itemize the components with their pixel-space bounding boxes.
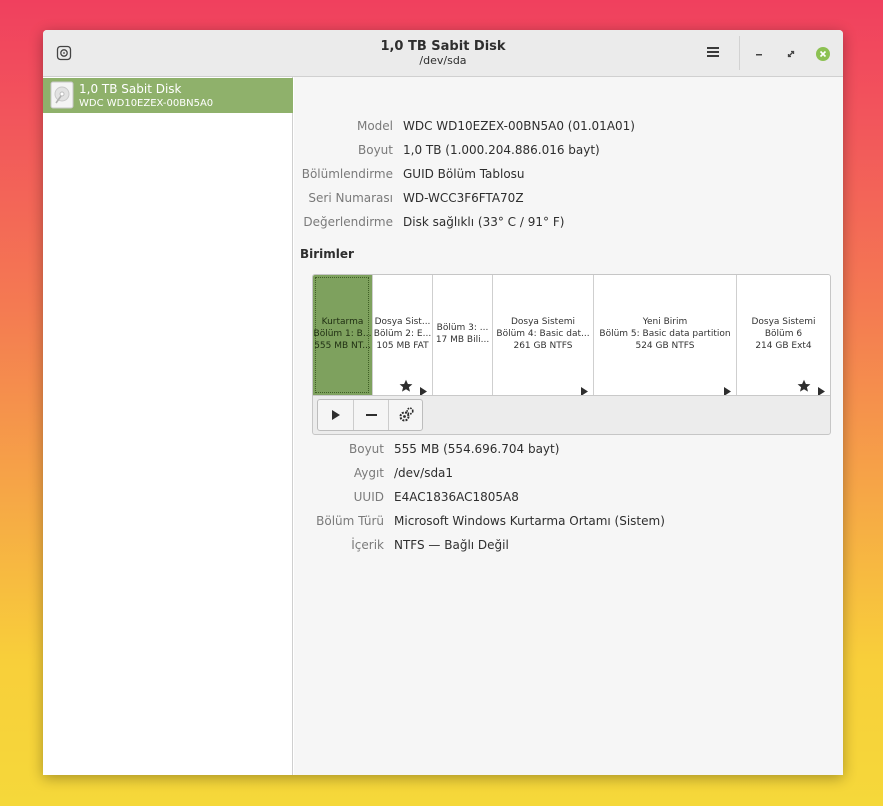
gears-icon bbox=[399, 407, 414, 422]
contents-value: NTFS — Bağlı Değil bbox=[394, 538, 509, 552]
window-title: 1,0 TB Sabit Disk bbox=[380, 39, 506, 54]
maximize-icon[interactable] bbox=[784, 46, 798, 60]
device-label: Aygıt bbox=[353, 466, 384, 480]
partition-2[interactable]: Dosya Sist... Bölüm 2: E... 105 MB FAT bbox=[373, 275, 433, 395]
uuid-value: E4AC1836AC1805A8 bbox=[394, 490, 519, 504]
partition-3-line2: Bölüm 3: ... bbox=[436, 323, 489, 333]
serial-label: Seri Numarası bbox=[308, 191, 393, 205]
assessment-label: Değerlendirme bbox=[303, 215, 393, 229]
mount-button[interactable] bbox=[318, 400, 353, 430]
partitioning-label: Bölümlendirme bbox=[301, 167, 393, 181]
model-label: Model bbox=[356, 119, 393, 133]
partition-4-line2: Bölüm 4: Basic dat... bbox=[496, 329, 590, 339]
serial-value: WD-WCC3F6FTA70Z bbox=[403, 191, 524, 205]
contents-label: İçerik bbox=[351, 538, 384, 552]
title-bar[interactable]: 1,0 TB Sabit Disk /dev/sda bbox=[43, 30, 843, 77]
volume-toolbar bbox=[317, 399, 423, 431]
size-value: 1,0 TB (1.000.204.886.016 bayt) bbox=[403, 143, 600, 157]
partition-5-line3: 524 GB NTFS bbox=[635, 341, 695, 351]
hamburger-menu-icon[interactable] bbox=[705, 44, 721, 60]
window-subtitle: /dev/sda bbox=[419, 54, 467, 67]
delete-partition-button[interactable] bbox=[353, 400, 389, 430]
size-label: Boyut bbox=[358, 143, 393, 157]
sidebar-item-subtitle: WDC WD10EZEX-00BN5A0 bbox=[79, 98, 214, 109]
partition-4[interactable]: Dosya Sistemi Bölüm 4: Basic dat... 261 … bbox=[493, 275, 594, 395]
partition-6-line3: 214 GB Ext4 bbox=[755, 341, 812, 351]
partition-type-value: Microsoft Windows Kurtarma Ortamı (Siste… bbox=[394, 514, 665, 528]
close-icon[interactable] bbox=[816, 46, 830, 61]
assessment-value: Disk sağlıklı (33° C / 91° F) bbox=[403, 215, 565, 229]
partition-size-value: 555 MB (554.696.704 bayt) bbox=[394, 442, 560, 456]
partition-size-label: Boyut bbox=[349, 442, 384, 456]
device-sidebar: 1,0 TB Sabit Disk WDC WD10EZEX-00BN5A0 bbox=[43, 77, 293, 775]
partition-options-button[interactable] bbox=[388, 400, 424, 430]
partition-5-line1: Yeni Birim bbox=[642, 317, 688, 327]
sidebar-item-title: 1,0 TB Sabit Disk bbox=[79, 82, 182, 96]
harddisk-icon bbox=[50, 81, 74, 109]
partition-2-line3: 105 MB FAT bbox=[376, 341, 429, 351]
star-icon bbox=[399, 378, 413, 392]
model-value: WDC WD10EZEX-00BN5A0 (01.01A01) bbox=[403, 119, 635, 133]
uuid-label: UUID bbox=[353, 490, 384, 504]
partition-2-line1: Dosya Sist... bbox=[374, 317, 431, 327]
volumes-heading: Birimler bbox=[300, 247, 354, 261]
play-arrow-icon bbox=[724, 381, 731, 395]
partition-6[interactable]: Dosya Sistemi Bölüm 6 214 GB Ext4 bbox=[737, 275, 830, 395]
partition-6-line1: Dosya Sistemi bbox=[751, 317, 816, 327]
partition-1-line1: Kurtarma bbox=[321, 317, 364, 327]
partitioning-value: GUID Bölüm Tablosu bbox=[403, 167, 525, 181]
partition-type-label: Bölüm Türü bbox=[316, 514, 384, 528]
play-arrow-icon bbox=[581, 381, 588, 395]
partition-3[interactable]: Bölüm 3: ... 17 MB Bili... bbox=[433, 275, 493, 395]
partition-1-line3: 555 MB NT... bbox=[314, 341, 371, 351]
sidebar-item-disk[interactable]: 1,0 TB Sabit Disk WDC WD10EZEX-00BN5A0 bbox=[43, 78, 293, 113]
minimize-icon[interactable] bbox=[752, 46, 766, 60]
play-arrow-icon bbox=[420, 381, 427, 395]
partition-3-line3: 17 MB Bili... bbox=[435, 335, 490, 345]
partition-5-line2: Bölüm 5: Basic data partition bbox=[599, 329, 731, 339]
window-title-block: 1,0 TB Sabit Disk /dev/sda bbox=[43, 39, 843, 68]
volumes-map: Kurtarma Bölüm 1: B... 555 MB NT... Dosy… bbox=[312, 274, 831, 435]
play-icon bbox=[332, 410, 340, 420]
play-arrow-icon bbox=[818, 381, 825, 395]
partition-4-line1: Dosya Sistemi bbox=[510, 317, 576, 327]
partition-1[interactable]: Kurtarma Bölüm 1: B... 555 MB NT... bbox=[313, 275, 373, 395]
device-value: /dev/sda1 bbox=[394, 466, 454, 480]
partition-6-line2: Bölüm 6 bbox=[764, 329, 803, 339]
disks-window: 1,0 TB Sabit Disk /dev/sda 1,0 TB Sabit … bbox=[43, 30, 843, 775]
partition-4-line3: 261 GB NTFS bbox=[513, 341, 573, 351]
disk-details-panel: Model WDC WD10EZEX-00BN5A0 (01.01A01) Bo… bbox=[294, 77, 843, 775]
star-icon bbox=[797, 378, 811, 392]
partition-1-line2: Bölüm 1: B... bbox=[313, 329, 372, 339]
titlebar-separator bbox=[739, 36, 740, 70]
partition-2-line2: Bölüm 2: E... bbox=[373, 329, 432, 339]
minus-icon bbox=[366, 414, 377, 416]
partition-bar: Kurtarma Bölüm 1: B... 555 MB NT... Dosy… bbox=[313, 275, 830, 396]
partition-5[interactable]: Yeni Birim Bölüm 5: Basic data partition… bbox=[594, 275, 737, 395]
